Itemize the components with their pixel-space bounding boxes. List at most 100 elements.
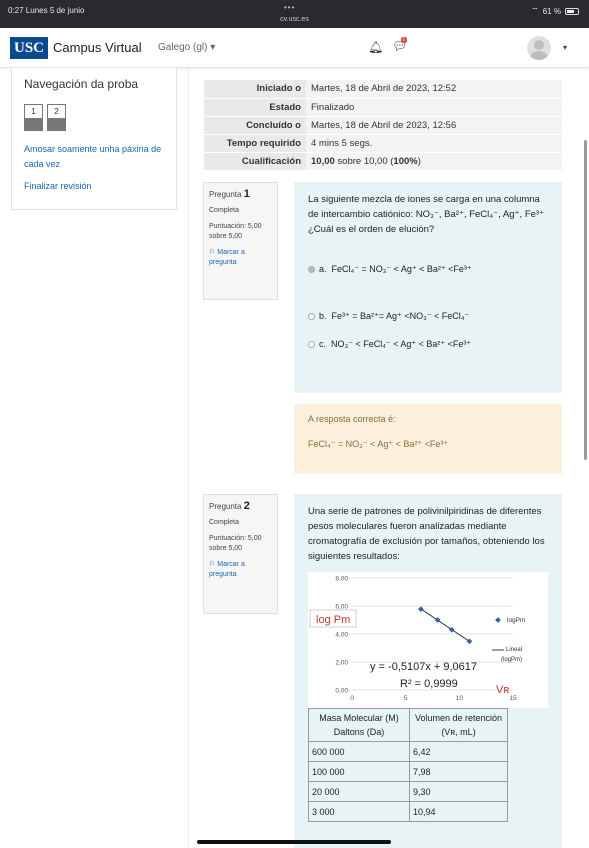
y-tick-label: 8,00 (335, 576, 348, 583)
summary-value: 4 mins 5 segs. (306, 134, 562, 153)
table-row: Concluído o Martes, 18 de Abril de 2023, … (204, 116, 562, 135)
calibration-chart: 8,00 6,00 4,00 2,00 0,000 5 10 15 logPm Lineal (lo… (308, 572, 548, 708)
table-row: Tempo requirido 4 mins 5 segs. (204, 134, 562, 153)
table-cell: 100 000 (308, 761, 410, 782)
chevron-down-icon: ▾ (210, 42, 216, 53)
flag-question-link[interactable]: ⚐ Marcar a pregunta (209, 560, 272, 580)
table-cell: 7,98 (409, 761, 508, 782)
data-point (418, 606, 424, 612)
chevron-down-icon[interactable]: ▾ (563, 43, 567, 52)
x-tick-label: 15 (509, 695, 517, 702)
y-tick-label: 4,00 (335, 632, 348, 639)
table-row: 600 000 6,42 (308, 741, 508, 762)
correct-answer-text: FeCl₄⁻ = NO₃⁻ < Ag⁺ < Ba²⁺ <Fe³⁺ (308, 439, 449, 449)
bell-icon[interactable]: 🔔︎ (368, 40, 383, 54)
question-1-info: Pregunta 1 Completa Puntuación: 5,00 sob… (203, 182, 278, 300)
question-nav-button-1[interactable]: 1 (24, 104, 43, 131)
radio[interactable] (308, 313, 315, 320)
language-menu[interactable]: Galego (gl) ▾ (158, 42, 215, 53)
correct-answer-feedback: A resposta correcta é: FeCl₄⁻ = NO₃⁻ < A… (294, 404, 562, 474)
legend-label: Lineal (506, 647, 522, 653)
attempt-summary-table: Iniciado o Martes, 18 de Abril de 2023, 1… (204, 80, 562, 171)
usc-logo[interactable]: USC (10, 37, 48, 59)
question-number: Pregunta 2 (209, 500, 250, 512)
radio-selected[interactable] (308, 266, 315, 273)
ios-status-bar: 0:27 Lunes 5 de junio ••• cv.usc.es ⌔ 61… (0, 0, 589, 28)
battery-percent: 61 % (542, 6, 561, 16)
summary-value: Finalizado (306, 98, 562, 117)
scrollbar[interactable] (584, 140, 587, 460)
status-time: 0:27 Lunes 5 de junio (8, 6, 85, 15)
table-row: Estado Finalizado (204, 98, 562, 117)
flag-icon: ⚐ (209, 561, 216, 568)
table-row: 20 000 9,30 (308, 781, 508, 802)
question-number: Pregunta 1 (209, 188, 250, 200)
url-label[interactable]: cv.usc.es (0, 16, 589, 23)
summary-label: Estado (204, 98, 306, 117)
table-header-row: Masa Molecular (M) Daltons (Da) Volumen … (308, 708, 508, 742)
multitask-dots[interactable]: ••• (284, 3, 295, 12)
question-2-info: Pregunta 2 Completa Puntuación: 5,00 sob… (203, 494, 278, 614)
question-state: Completa (209, 519, 239, 526)
trendline (420, 608, 470, 642)
answer-option-c[interactable]: c. NO₃⁻ < FeCl₄⁻ < Ag⁺ < Ba²⁺ <Fe³⁺ (308, 337, 471, 352)
question-state: Completa (209, 207, 239, 214)
x-axis-label: Vʀ (496, 684, 509, 696)
r-squared-label: R² = 0,9999 (400, 678, 458, 690)
summary-label: Iniciado o (204, 80, 306, 99)
language-label: Galego (gl) (158, 42, 208, 53)
column-divider (188, 68, 189, 848)
table-cell: 6,42 (409, 741, 508, 762)
avatar[interactable] (527, 36, 551, 60)
table-row: Cualificación 10,00 sobre 10,00 (100%) (204, 152, 562, 171)
quiz-navigation-title: Navegación da proba (24, 77, 139, 91)
radio[interactable] (308, 341, 315, 348)
flag-question-link[interactable]: ⚐ Marcar a pregunta (209, 248, 272, 268)
summary-value: 10,00 sobre 10,00 (100%) (306, 152, 562, 171)
trendline-equation: y = -0,5107x + 9,0617 (370, 661, 477, 673)
legend-marker (495, 617, 501, 623)
table-row: 3 000 10,94 (308, 801, 508, 822)
question-text: Una serie de patrones de polivinilpiridi… (308, 506, 545, 562)
summary-label: Cualificación (204, 152, 306, 171)
table-cell: 10,94 (409, 801, 508, 822)
show-one-page-link[interactable]: Amosar soamente unha páxina de cada vez (24, 142, 164, 172)
legend-label: (logPm) (501, 657, 522, 663)
top-navbar: USC Campus Virtual Galego (gl) ▾ 🔔︎ 💬︎! … (0, 28, 589, 68)
table-cell: 9,30 (409, 781, 508, 802)
summary-value: Martes, 18 de Abril de 2023, 12:56 (306, 116, 562, 135)
table-cell: 20 000 (308, 781, 410, 802)
chat-icon[interactable]: 💬︎! (392, 37, 407, 53)
question-nav-button-2[interactable]: 2 (47, 104, 66, 131)
x-tick-label: 5 (404, 695, 408, 702)
y-tick-label: 2,00 (335, 660, 348, 667)
table-cell: 3 000 (308, 801, 410, 822)
flag-icon: ⚐ (209, 249, 216, 256)
table-header: Volumen de retención (Vʀ, mL) (409, 708, 508, 742)
summary-value: Martes, 18 de Abril de 2023, 12:52 (306, 80, 562, 99)
data-table: Masa Molecular (M) Daltons (Da) Volumen … (308, 708, 508, 822)
y-axis-label: log Pm (316, 614, 350, 626)
answer-option-a[interactable]: a. FeCl₄⁻ = NO₃⁻ < Ag⁺ < Ba²⁺ <Fe³⁺ (308, 262, 472, 277)
answer-option-b[interactable]: b. Fe³⁺ = Ba²⁺= Ag⁺ <NO₃⁻ < FeCl₄⁻ (308, 309, 469, 324)
notification-badge: ! (401, 37, 407, 43)
question-text: La siguiente mezcla de iones se carga en… (308, 194, 545, 235)
table-row: Iniciado o Martes, 18 de Abril de 2023, 1… (204, 80, 562, 99)
correct-answer-label: A resposta correcta é: (308, 414, 396, 424)
data-point (466, 638, 473, 645)
quiz-navigation-block: Navegación da proba 1 2 Amosar soamente … (11, 68, 177, 210)
battery-icon (565, 7, 579, 15)
site-brand[interactable]: Campus Virtual (53, 40, 142, 55)
legend-label: logPm (507, 617, 525, 624)
summary-label: Tempo requirido (204, 134, 306, 153)
question-grade: Puntuación: 5,00 sobre 5,00 (209, 223, 262, 240)
home-indicator[interactable] (197, 840, 391, 844)
wifi-icon: ⌔ (531, 6, 539, 15)
y-tick-label: 6,00 (335, 604, 348, 611)
table-header: Masa Molecular (M) Daltons (Da) (308, 708, 410, 742)
finish-review-link[interactable]: Finalizar revisión (24, 179, 92, 194)
question-1-formulation: La siguiente mezcla de iones se carga en… (294, 182, 562, 393)
question-grade: Puntuación: 5,00 sobre 5,00 (209, 535, 262, 552)
table-row: 100 000 7,98 (308, 761, 508, 782)
x-tick-label: 0 (350, 695, 354, 702)
